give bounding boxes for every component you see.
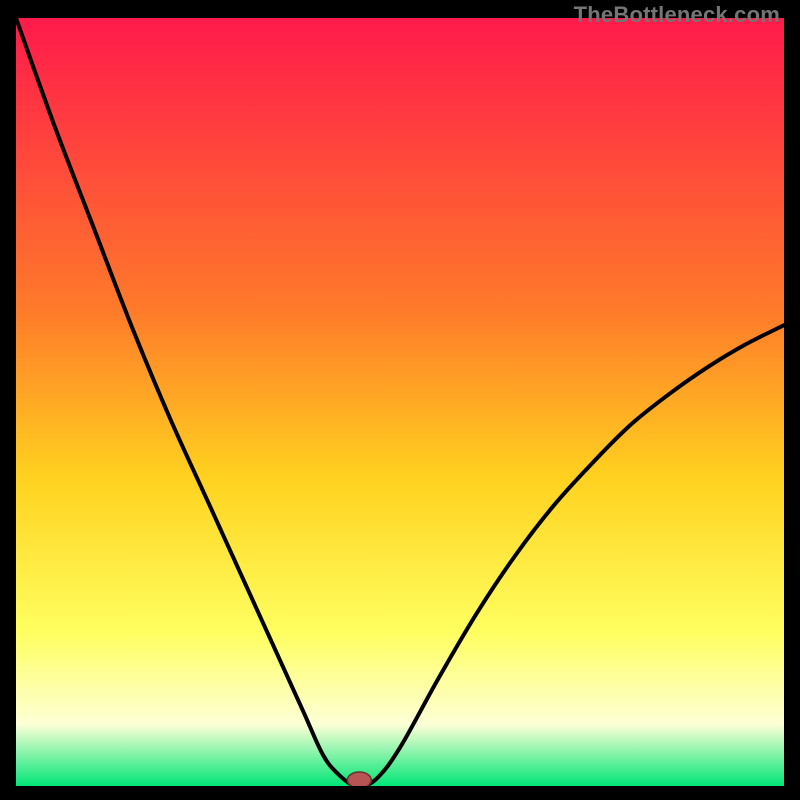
- watermark-text: TheBottleneck.com: [574, 2, 780, 28]
- bottleneck-chart: [16, 18, 784, 786]
- chart-frame: TheBottleneck.com: [16, 18, 784, 786]
- optimal-marker: [347, 772, 371, 786]
- gradient-background: [16, 18, 784, 786]
